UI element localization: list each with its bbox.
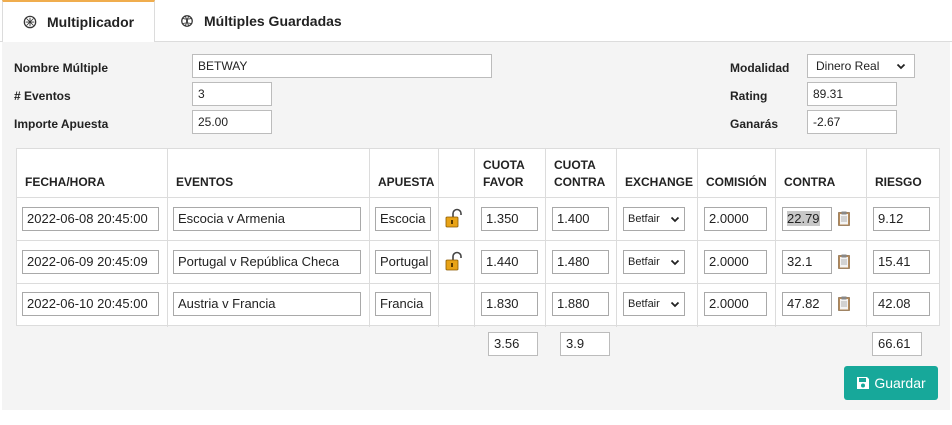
header-exchange: EXCHANGE	[625, 175, 694, 189]
name-label: Nombre Múltiple	[14, 61, 109, 75]
unlock-icon[interactable]	[445, 208, 463, 228]
clipboard-icon[interactable]	[838, 211, 850, 226]
exchange-value: Betfair	[628, 256, 660, 268]
stake-label: Importe Apuesta	[14, 117, 109, 131]
contra-input[interactable]: 47.82	[782, 292, 832, 316]
col-divider	[474, 149, 475, 327]
evento-input[interactable]: Austria v Francia	[173, 292, 361, 316]
evento-input[interactable]: Escocia v Armenia	[173, 207, 361, 231]
header-cuota-contra-2: CONTRA	[554, 175, 606, 189]
chevron-down-icon	[896, 63, 906, 70]
contra-input[interactable]: 32.1	[782, 250, 832, 274]
clipboard-icon[interactable]	[838, 296, 850, 311]
col-divider	[167, 149, 168, 327]
exchange-select[interactable]: Betfair	[623, 250, 685, 274]
total-cuota-contra: 3.9	[560, 332, 610, 356]
mode-value: Dinero Real	[816, 59, 880, 73]
mode-select[interactable]: Dinero Real	[807, 54, 915, 78]
events-label: # Eventos	[14, 89, 71, 103]
header-contra: CONTRA	[784, 175, 836, 189]
exchange-select[interactable]: Betfair	[623, 207, 685, 231]
riesgo-input[interactable]: 9.12	[873, 207, 930, 231]
evento-input[interactable]: Portugal v República Checa	[173, 250, 361, 274]
col-divider	[545, 149, 546, 327]
events-input[interactable]: 3	[192, 82, 272, 106]
tab-bar: Multiplicador Múltiples Guardadas	[0, 0, 952, 43]
col-divider	[697, 149, 698, 327]
col-divider	[438, 149, 439, 327]
row-divider	[17, 283, 939, 284]
fecha-input[interactable]: 2022-06-09 20:45:09	[22, 250, 159, 274]
save-label: Guardar	[874, 375, 926, 391]
riesgo-input[interactable]: 15.41	[873, 250, 930, 274]
win-input[interactable]: -2.67	[807, 110, 897, 134]
chevron-down-icon	[670, 301, 680, 308]
calculator-icon	[23, 15, 37, 29]
contra-value: 22.79	[787, 211, 820, 226]
stake-input[interactable]: 25.00	[192, 110, 272, 134]
fecha-input[interactable]: 2022-06-10 20:45:00	[22, 292, 159, 316]
tab-label: Multiplicador	[47, 14, 135, 30]
cuota-contra-input[interactable]: 1.880	[552, 292, 609, 316]
col-divider	[775, 149, 776, 327]
cuota-favor-input[interactable]: 1.830	[481, 292, 538, 316]
save-button[interactable]: Guardar	[844, 366, 938, 400]
apuesta-input[interactable]: Portugal	[375, 250, 431, 274]
col-divider	[866, 149, 867, 327]
fecha-input[interactable]: 2022-06-08 20:45:00	[22, 207, 159, 231]
tab-multiplicador[interactable]: Multiplicador	[2, 0, 155, 43]
comision-input[interactable]: 2.0000	[704, 250, 767, 274]
total-cuota-favor: 3.56	[488, 332, 538, 356]
header-riesgo: RIESGO	[875, 175, 922, 189]
apuesta-input[interactable]: Escocia	[375, 207, 431, 231]
col-divider	[616, 149, 617, 327]
row-divider	[17, 197, 939, 198]
header-comision: COMISIÓN	[706, 175, 767, 189]
comision-input[interactable]: 2.0000	[704, 207, 767, 231]
col-divider	[369, 149, 370, 327]
rating-label: Rating	[730, 89, 768, 103]
rating-input[interactable]: 89.31	[807, 82, 897, 106]
header-apuesta: APUESTA	[378, 175, 435, 189]
name-input[interactable]: BETWAY	[192, 54, 492, 78]
multiplicador-panel: Nombre Múltiple BETWAY # Eventos 3 Impor…	[2, 42, 950, 410]
unlock-icon[interactable]	[445, 251, 463, 271]
exchange-value: Betfair	[628, 298, 660, 310]
exchange-select[interactable]: Betfair	[623, 292, 685, 316]
header-cuota-favor-1: CUOTA	[483, 158, 525, 172]
tab-label: Múltiples Guardadas	[204, 13, 342, 29]
exchange-value: Betfair	[628, 213, 660, 225]
cuota-contra-input[interactable]: 1.400	[552, 207, 609, 231]
total-riesgo: 66.61	[872, 332, 922, 356]
save-icon	[857, 377, 870, 389]
dribbble-icon	[181, 15, 193, 27]
cuota-contra-input[interactable]: 1.480	[552, 250, 609, 274]
header-eventos: EVENTOS	[176, 175, 234, 189]
chevron-down-icon	[670, 216, 680, 223]
clipboard-icon[interactable]	[838, 254, 850, 269]
tab-multiples-guardadas[interactable]: Múltiples Guardadas	[180, 0, 342, 42]
win-label: Ganarás	[730, 117, 779, 131]
header-cuota-favor-2: FAVOR	[483, 175, 524, 189]
contra-input[interactable]: 22.79	[782, 207, 832, 231]
riesgo-input[interactable]: 42.08	[873, 292, 930, 316]
chevron-down-icon	[670, 259, 680, 266]
cuota-favor-input[interactable]: 1.350	[481, 207, 538, 231]
cuota-favor-input[interactable]: 1.440	[481, 250, 538, 274]
row-divider	[17, 240, 939, 241]
apuesta-input[interactable]: Francia	[375, 292, 431, 316]
header-cuota-contra-1: CUOTA	[554, 158, 596, 172]
mode-label: Modalidad	[730, 61, 790, 75]
bets-table: FECHA/HORA EVENTOS APUESTA CUOTA FAVOR C…	[16, 148, 940, 327]
header-fecha: FECHA/HORA	[25, 175, 105, 189]
comision-input[interactable]: 2.0000	[704, 292, 767, 316]
